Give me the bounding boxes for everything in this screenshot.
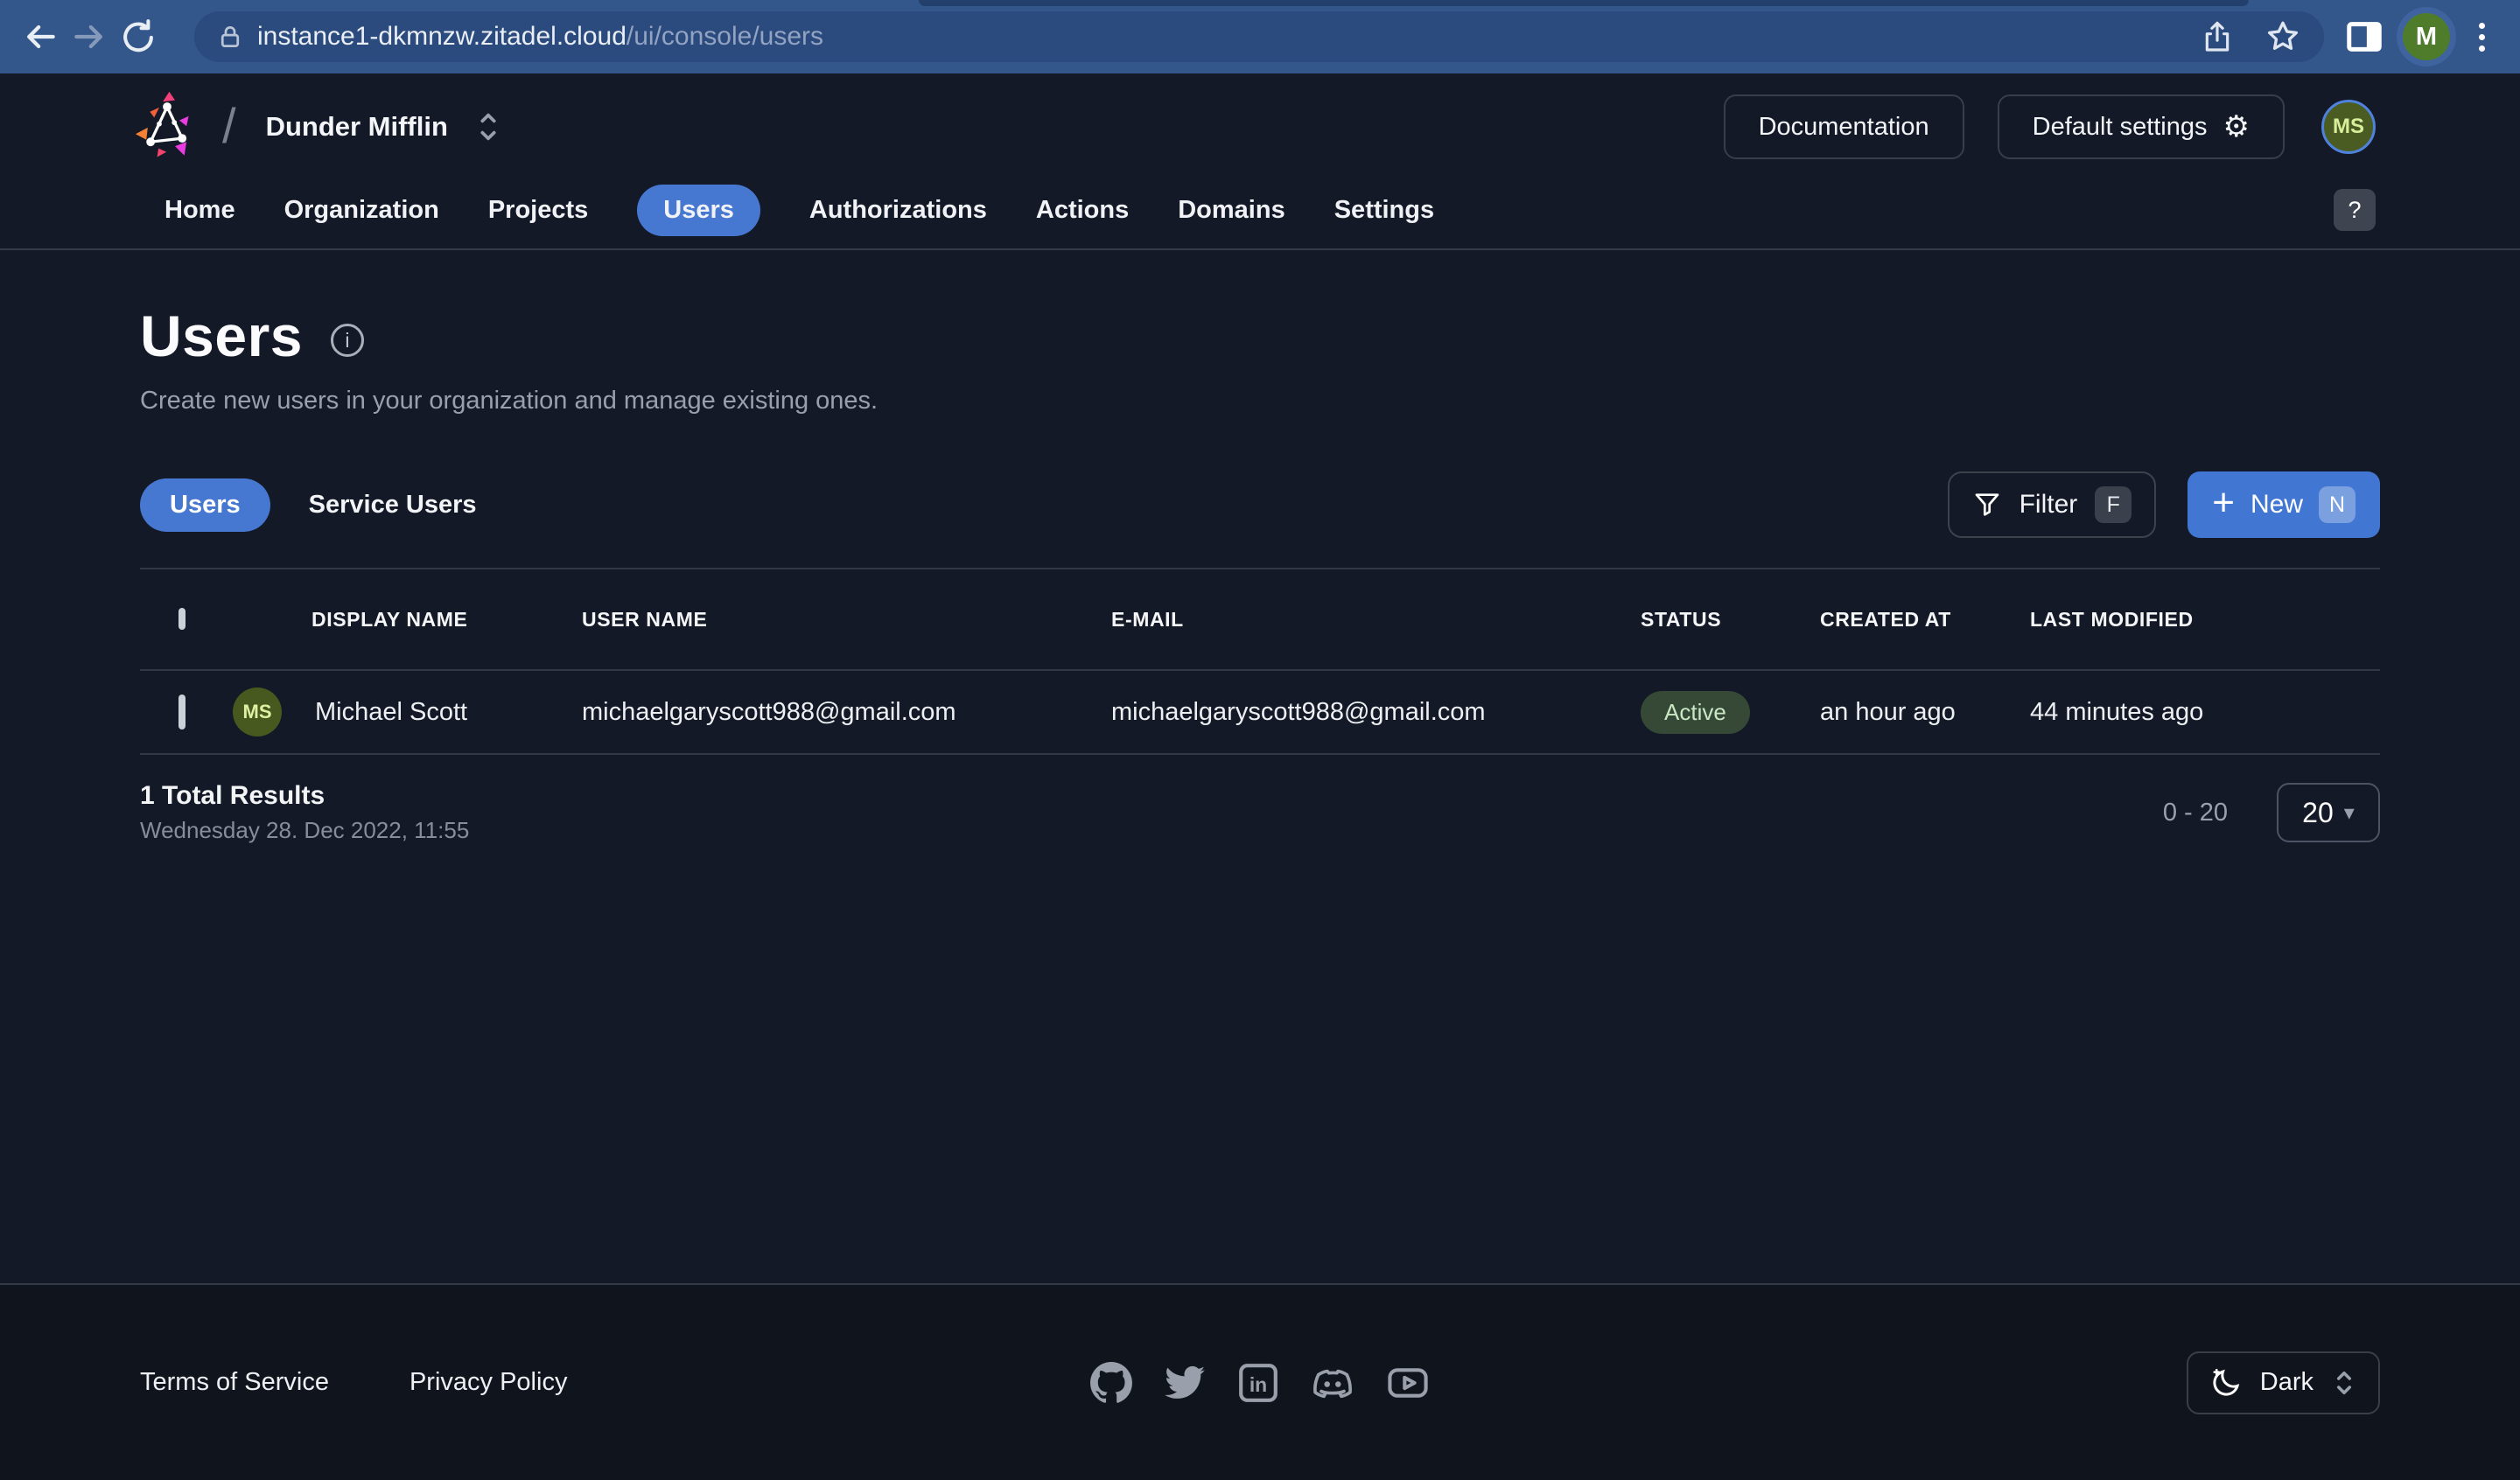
side-panel-icon[interactable] <box>2340 12 2389 61</box>
url-path: /ui/console/users <box>626 22 823 52</box>
results-timestamp: Wednesday 28. Dec 2022, 11:55 <box>140 817 469 844</box>
org-switcher-icon[interactable] <box>474 108 502 146</box>
page-range: 0 - 20 <box>2163 799 2228 827</box>
privacy-policy-link[interactable]: Privacy Policy <box>410 1368 568 1397</box>
bookmark-star-icon[interactable] <box>2264 18 2301 55</box>
theme-label: Dark <box>2260 1368 2314 1397</box>
table-row[interactable]: MS Michael Scott michaelgaryscott988@gma… <box>140 671 2380 755</box>
table-header-row: DISPLAY NAME USER NAME E-MAIL STATUS CRE… <box>140 568 2380 671</box>
default-settings-button[interactable]: Default settings ⚙ <box>1998 94 2285 159</box>
refresh-icon[interactable] <box>114 12 163 61</box>
cell-user-name: michaelgaryscott988@gmail.com <box>582 698 1111 727</box>
page-description: Create new users in your organization an… <box>140 387 2380 415</box>
url-host: instance1-dkmnzw.zitadel.cloud <box>257 22 626 52</box>
twitter-icon[interactable] <box>1163 1361 1207 1405</box>
back-icon[interactable] <box>16 12 65 61</box>
tab-users[interactable]: Users <box>140 478 270 532</box>
nav-item-users[interactable]: Users <box>637 185 760 236</box>
nav-item-actions[interactable]: Actions <box>1036 185 1129 236</box>
theme-selector[interactable]: Dark <box>2187 1351 2380 1414</box>
select-all-checkbox[interactable] <box>178 608 186 630</box>
console-header: / Dunder Mifflin Documentation Default s… <box>0 73 2520 171</box>
cell-email: michaelgaryscott988@gmail.com <box>1111 698 1641 727</box>
status-badge: Active <box>1641 691 1750 734</box>
users-table: DISPLAY NAME USER NAME E-MAIL STATUS CRE… <box>140 568 2380 844</box>
col-created-at[interactable]: CREATED AT <box>1820 608 2030 632</box>
filter-funnel-icon <box>1972 490 2002 520</box>
gear-icon: ⚙ <box>2223 112 2250 142</box>
row-checkbox[interactable] <box>178 695 186 730</box>
forward-icon[interactable] <box>65 12 114 61</box>
zitadel-logo-icon[interactable] <box>131 91 203 163</box>
table-footer: 1 Total Results Wednesday 28. Dec 2022, … <box>140 781 2380 844</box>
share-icon[interactable] <box>2200 19 2235 54</box>
nav-item-organization[interactable]: Organization <box>284 185 439 236</box>
filter-button[interactable]: Filter F <box>1948 471 2157 538</box>
new-label: New <box>2250 490 2303 520</box>
main-content: Users i Create new users in your organiz… <box>0 303 2520 844</box>
moon-icon <box>2209 1366 2243 1400</box>
browser-profile-avatar[interactable]: M <box>2403 13 2450 60</box>
tab-service-users[interactable]: Service Users <box>309 478 477 532</box>
lock-icon <box>217 24 243 50</box>
nav-item-settings[interactable]: Settings <box>1334 185 1434 236</box>
discord-icon[interactable] <box>1310 1360 1355 1406</box>
cell-display-name: Michael Scott <box>315 698 467 727</box>
chevron-down-icon: ▾ <box>2344 800 2355 826</box>
new-button[interactable]: + New N <box>2188 471 2380 538</box>
help-button[interactable]: ? <box>2334 189 2376 231</box>
terms-of-service-link[interactable]: Terms of Service <box>140 1368 329 1397</box>
col-email[interactable]: E-MAIL <box>1111 608 1641 632</box>
browser-toolbar: instance1-dkmnzw.zitadel.cloud/ui/consol… <box>0 0 2520 73</box>
social-links: in <box>1089 1360 1431 1406</box>
filter-label: Filter <box>2020 490 2078 520</box>
default-settings-label: Default settings <box>2033 113 2208 142</box>
total-results: 1 Total Results <box>140 781 469 811</box>
page-title: Users <box>140 303 303 369</box>
nav-item-authorizations[interactable]: Authorizations <box>809 185 987 236</box>
col-last-modified[interactable]: LAST MODIFIED <box>2030 608 2380 632</box>
new-shortcut-badge: N <box>2319 486 2356 523</box>
page-size-select[interactable]: 20 ▾ <box>2277 783 2380 842</box>
github-icon[interactable] <box>1089 1361 1133 1405</box>
browser-menu-icon[interactable] <box>2464 23 2499 52</box>
svg-text:in: in <box>1250 1373 1267 1396</box>
address-bar[interactable]: instance1-dkmnzw.zitadel.cloud/ui/consol… <box>194 11 2324 62</box>
nav-item-projects[interactable]: Projects <box>488 185 588 236</box>
user-avatar[interactable]: MS <box>2321 100 2376 154</box>
breadcrumb-separator: / <box>222 97 236 154</box>
main-nav: Home Organization Projects Users Authori… <box>0 171 2520 250</box>
users-toolbar: Users Service Users Filter F + New N <box>140 471 2380 538</box>
cell-last-modified: 44 minutes ago <box>2030 698 2380 727</box>
cell-created-at: an hour ago <box>1820 698 2030 727</box>
documentation-button[interactable]: Documentation <box>1724 94 1964 159</box>
row-avatar: MS <box>233 688 282 737</box>
col-display-name[interactable]: DISPLAY NAME <box>228 608 582 632</box>
nav-item-home[interactable]: Home <box>164 185 235 236</box>
youtube-icon[interactable] <box>1385 1360 1431 1406</box>
nav-item-domains[interactable]: Domains <box>1178 185 1284 236</box>
filter-shortcut-badge: F <box>2095 486 2132 523</box>
org-name[interactable]: Dunder Mifflin <box>266 111 448 143</box>
col-user-name[interactable]: USER NAME <box>582 608 1111 632</box>
col-status[interactable]: STATUS <box>1641 608 1820 632</box>
documentation-label: Documentation <box>1759 113 1929 142</box>
linkedin-icon[interactable]: in <box>1236 1361 1280 1405</box>
theme-switcher-icon <box>2331 1365 2357 1401</box>
info-icon[interactable]: i <box>331 324 364 357</box>
page-size-value: 20 <box>2302 797 2334 829</box>
page-footer: Terms of Service Privacy Policy in Dark <box>0 1283 2520 1480</box>
